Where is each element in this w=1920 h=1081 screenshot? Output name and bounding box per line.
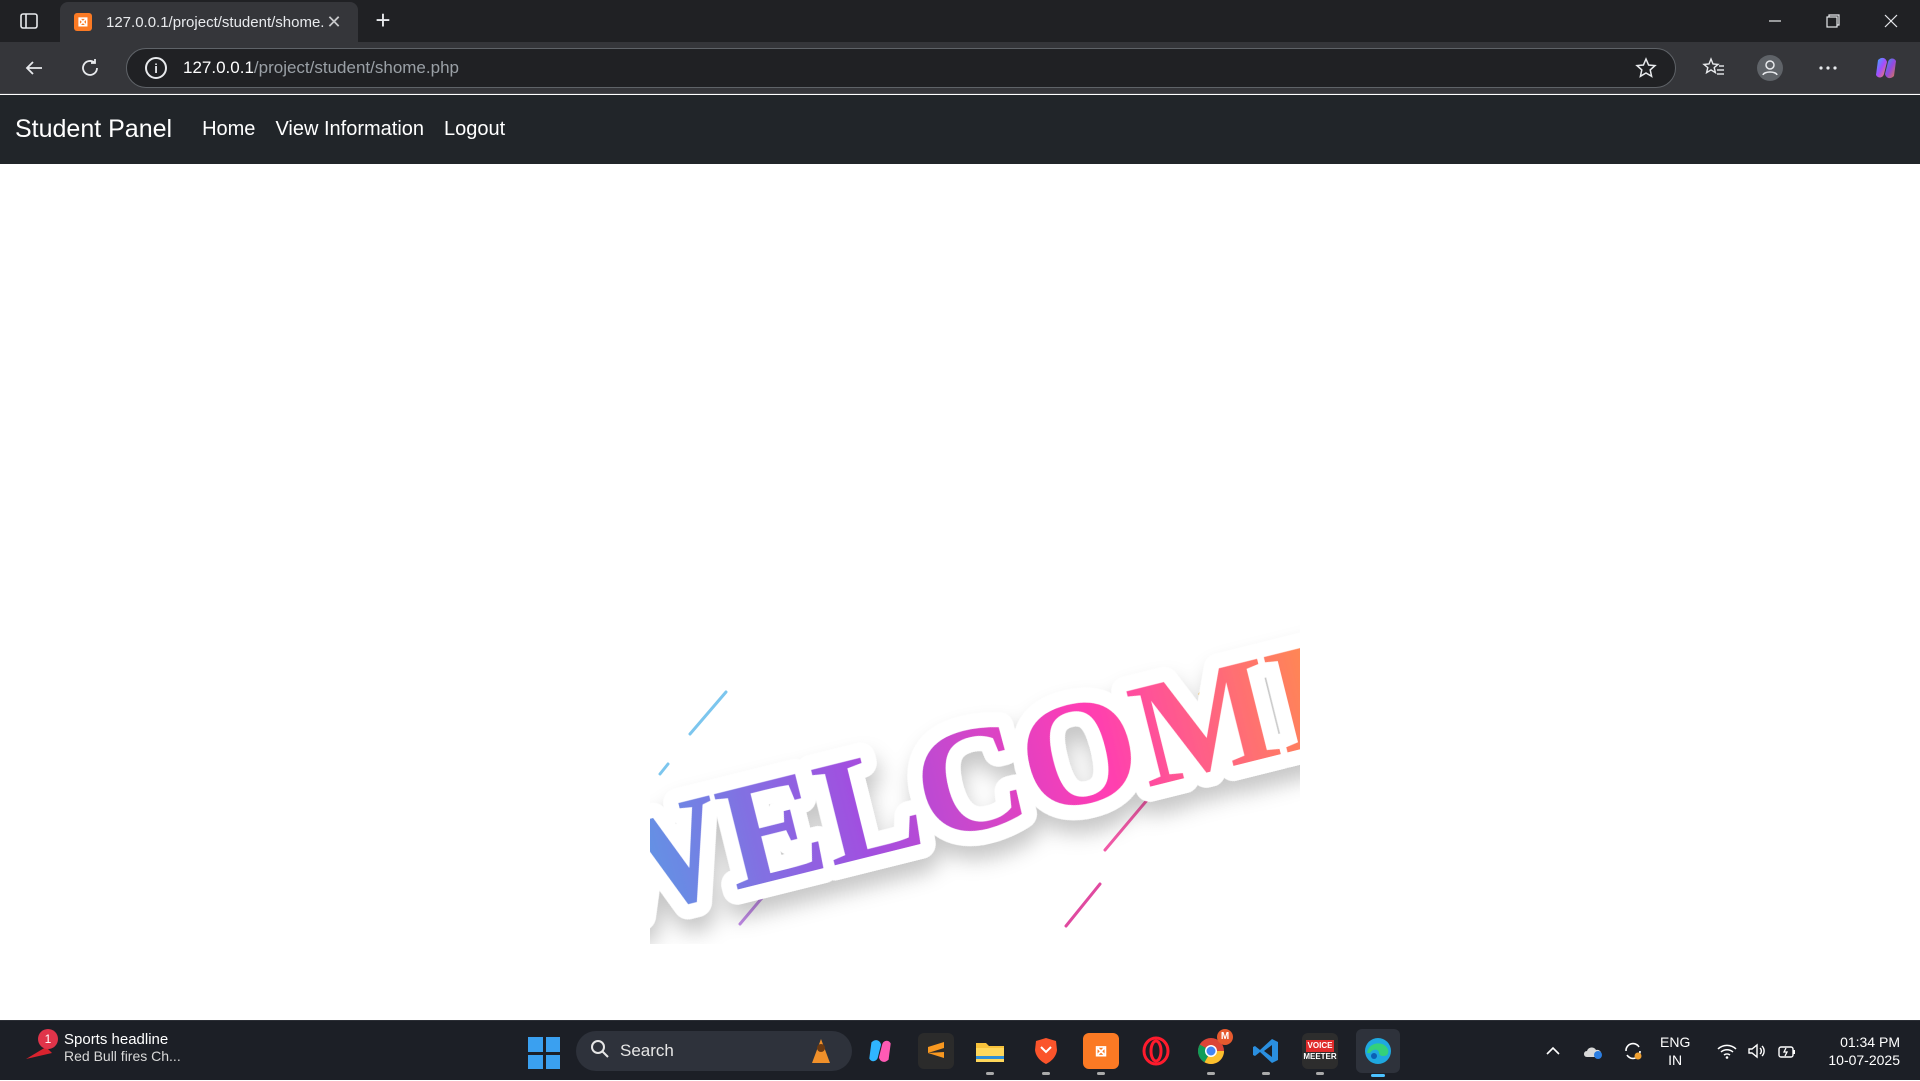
voicemeeter-label: VOICE: [1305, 1040, 1335, 1052]
clock-date: 10-07-2025: [1828, 1052, 1900, 1068]
search-label: Search: [620, 1041, 674, 1060]
url-path: /project/student/shome.php: [253, 58, 459, 77]
language-code: ENG: [1660, 1034, 1691, 1050]
navbar-brand[interactable]: Student Panel: [15, 115, 172, 144]
browser-tab[interactable]: ⊠ 127.0.0.1/project/student/shome.php ✕: [60, 2, 358, 42]
wifi-icon[interactable]: [1714, 1021, 1740, 1081]
nav-link-logout[interactable]: Logout: [444, 118, 505, 141]
search-highlight-icon: [808, 1037, 834, 1070]
chrome-profile-badge: M: [1217, 1029, 1233, 1045]
welcome-text: WELCOME: [650, 600, 1300, 944]
copilot-app-icon[interactable]: [862, 1033, 898, 1069]
volume-icon[interactable]: [1744, 1021, 1770, 1081]
search-icon: [590, 1039, 610, 1064]
vscode-icon[interactable]: [1248, 1033, 1284, 1075]
site-info-icon[interactable]: i: [145, 57, 167, 79]
language-indicator[interactable]: ENG IN: [1660, 1033, 1690, 1069]
browser-tab-bar: ⊠ 127.0.0.1/project/student/shome.php ✕ …: [0, 0, 1920, 42]
tab-actions-icon[interactable]: [18, 10, 40, 32]
taskbar-search[interactable]: Search: [576, 1031, 852, 1071]
favorites-icon[interactable]: [1698, 52, 1730, 84]
reload-button[interactable]: [74, 52, 106, 84]
nav-link-view-information[interactable]: View Information: [275, 118, 424, 141]
edge-browser-icon[interactable]: [1356, 1029, 1400, 1077]
address-bar[interactable]: i 127.0.0.1/project/student/shome.php: [126, 48, 1676, 88]
opera-browser-icon[interactable]: [1138, 1033, 1174, 1069]
file-explorer-icon[interactable]: [972, 1033, 1008, 1075]
news-badge: 1: [38, 1028, 58, 1049]
windows-start-icon[interactable]: [528, 1037, 560, 1069]
restore-icon[interactable]: [1804, 0, 1862, 42]
voicemeeter-icon[interactable]: VOICE MEETER: [1302, 1033, 1338, 1075]
profile-icon[interactable]: [1754, 52, 1786, 84]
active-indicator: [1371, 1074, 1385, 1077]
running-indicator: [1097, 1072, 1105, 1075]
main-content: WELCOME WELCOME: [0, 164, 1920, 1020]
more-options-icon[interactable]: [1812, 52, 1844, 84]
nav-link-home[interactable]: Home: [202, 118, 255, 141]
news-icon: 1: [24, 1028, 58, 1063]
show-hidden-icons-chevron-icon[interactable]: [1540, 1021, 1566, 1081]
news-widget[interactable]: 1 Sports headline Red Bull fires Ch...: [24, 1028, 181, 1064]
sync-icon[interactable]: [1620, 1021, 1646, 1081]
new-tab-button[interactable]: +: [368, 6, 398, 36]
back-button[interactable]: [18, 52, 50, 84]
windows-taskbar: 1 Sports headline Red Bull fires Ch... S…: [0, 1020, 1920, 1080]
running-indicator: [1316, 1072, 1324, 1075]
running-indicator: [1042, 1072, 1050, 1075]
close-window-icon[interactable]: [1862, 0, 1920, 42]
running-indicator: [1262, 1072, 1270, 1075]
url-host: 127.0.0.1: [183, 58, 254, 77]
news-title: Sports headline: [64, 1031, 169, 1048]
close-tab-icon[interactable]: ✕: [324, 12, 344, 33]
minimize-icon[interactable]: [1746, 0, 1804, 42]
xampp-glyph: ⊠: [1094, 1043, 1108, 1060]
voicemeeter-label2: MEETER: [1303, 1052, 1337, 1061]
running-indicator: [1207, 1072, 1215, 1075]
welcome-banner-image: WELCOME WELCOME: [542, 484, 1405, 974]
tab-title: 127.0.0.1/project/student/shome.php: [106, 13, 324, 31]
battery-icon[interactable]: [1774, 1021, 1800, 1081]
xampp-app-icon[interactable]: ⊠: [1083, 1033, 1119, 1075]
brave-browser-icon[interactable]: [1028, 1033, 1064, 1075]
chrome-browser-icon[interactable]: M: [1193, 1029, 1233, 1075]
xampp-favicon-icon: ⊠: [74, 13, 92, 31]
system-clock[interactable]: 01:34 PM 10-07-2025: [1810, 1033, 1900, 1069]
copilot-icon[interactable]: [1870, 52, 1902, 84]
clock-time: 01:34 PM: [1840, 1034, 1900, 1050]
favorite-star-icon[interactable]: [1635, 57, 1657, 84]
student-navbar: Student Panel Home View Information Logo…: [0, 95, 1920, 164]
onedrive-icon[interactable]: [1580, 1021, 1606, 1081]
sublime-text-icon[interactable]: [918, 1033, 954, 1069]
region-code: IN: [1668, 1052, 1683, 1068]
browser-toolbar: i 127.0.0.1/project/student/shome.php: [0, 42, 1920, 94]
news-subtitle: Red Bull fires Ch...: [64, 1048, 181, 1064]
running-indicator: [986, 1072, 994, 1075]
